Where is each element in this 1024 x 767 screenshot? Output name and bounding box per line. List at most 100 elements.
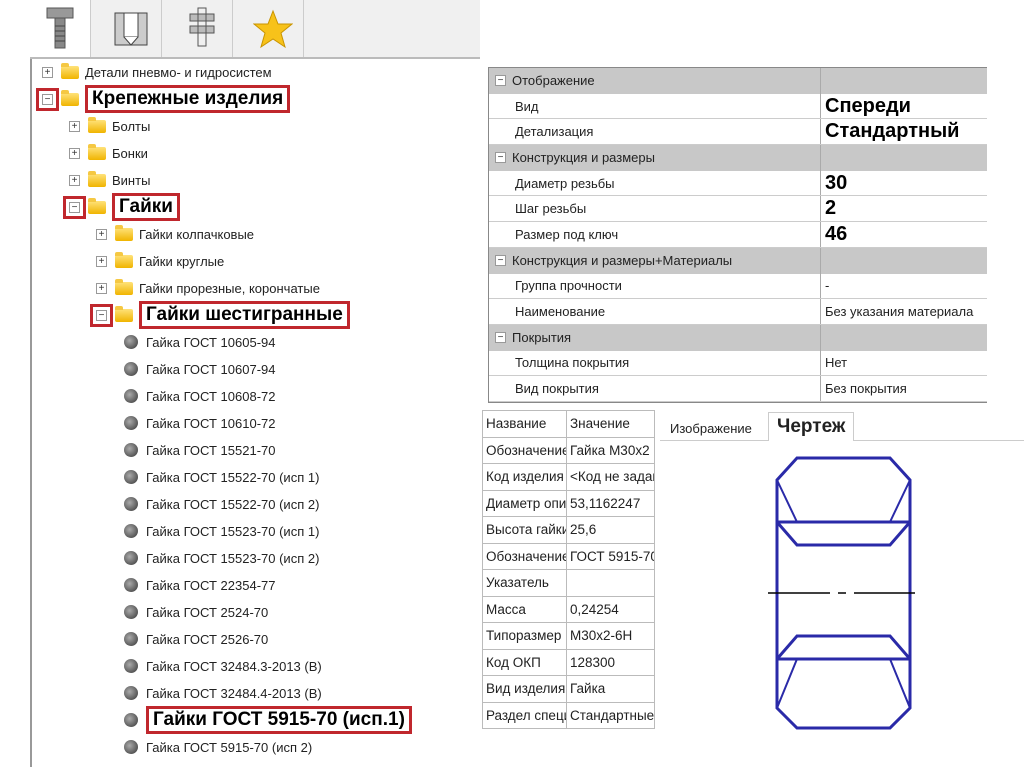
property-row[interactable]: Размер под ключ 46 (489, 222, 987, 248)
property-value[interactable]: Стандартный (821, 119, 987, 144)
property-row[interactable]: Группа прочности - (489, 273, 987, 300)
property-group[interactable]: − Конструкция и размеры+Материалы (489, 247, 987, 274)
tree-item[interactable]: − Гайки (63, 193, 180, 221)
tree-item[interactable]: + Болты (69, 113, 150, 139)
tree-item[interactable]: Гайка ГОСТ 22354-77 (124, 572, 276, 598)
assembly-icon (189, 7, 215, 47)
tree-item[interactable]: + Винты (69, 167, 150, 193)
tab-favorites[interactable] (243, 0, 304, 57)
property-row[interactable]: Детализация Стандартный (489, 119, 987, 146)
table-row[interactable]: Обозначение ГОСТ 5915-70 (482, 542, 655, 570)
tree-item[interactable]: Гайка ГОСТ 15522-70 (исп 2) (124, 491, 319, 517)
table-row[interactable]: Высота гайки 25,6 (482, 516, 655, 544)
tab-assemblies[interactable] (172, 0, 233, 57)
tree-item[interactable]: + Детали пневмо- и гидросистем (42, 59, 272, 85)
collapse-icon[interactable]: − (63, 195, 86, 219)
property-group[interactable]: − Конструкция и размеры (489, 145, 987, 171)
tree-item[interactable]: − Гайки шестигранные (90, 301, 350, 329)
tree-item[interactable]: Гайка ГОСТ 32484.4-2013 (В) (124, 680, 322, 706)
expand-icon[interactable]: + (69, 174, 80, 186)
tree-item[interactable]: Гайка ГОСТ 2526-70 (124, 626, 268, 652)
collapse-icon[interactable]: − (90, 303, 113, 327)
tree-item[interactable]: Гайка ГОСТ 32484.3-2013 (В) (124, 653, 322, 679)
tree-item[interactable]: Гайка ГОСТ 15521-70 (124, 437, 276, 463)
property-row[interactable]: Шаг резьбы 2 (489, 196, 987, 223)
star-icon (253, 9, 293, 48)
tree-item[interactable]: Гайка ГОСТ 10607-94 (124, 356, 276, 382)
property-row[interactable]: Наименование Без указания материала (489, 299, 987, 325)
tree-item[interactable]: Гайки ГОСТ 5915-70 (исп.1) (124, 706, 412, 734)
tree-item[interactable]: Гайка ГОСТ 10610-72 (124, 410, 276, 436)
nut-icon (124, 497, 138, 511)
collapse-icon[interactable]: − (495, 75, 506, 87)
attribute-value: Гайка М30x2 (566, 436, 655, 464)
expand-icon[interactable]: + (69, 120, 80, 132)
property-name-cell: Группа прочности (489, 273, 821, 299)
tab-drawing[interactable]: Чертеж (768, 412, 855, 441)
tree-item[interactable]: + Гайки колпачковые (96, 221, 254, 247)
tree-item[interactable]: Гайка ГОСТ 10608-72 (124, 383, 276, 409)
tree-item-label: Гайка ГОСТ 15521-70 (146, 442, 276, 458)
table-row[interactable]: Диаметр описанной53,1162247 (482, 489, 655, 517)
tab-holes[interactable] (101, 0, 162, 57)
attribute-value: Гайка (566, 675, 655, 703)
expand-icon[interactable]: + (96, 282, 107, 294)
expand-icon[interactable]: + (96, 228, 107, 240)
tab-fasteners[interactable] (30, 0, 91, 57)
tree-item[interactable]: − Крепежные изделия (36, 85, 291, 113)
nut-icon (124, 416, 138, 430)
property-value[interactable]: - (821, 274, 987, 299)
table-row[interactable]: Вид изделия Гайка (482, 675, 655, 703)
table-row[interactable]: Раздел спецификацииСтандартные изделия (482, 701, 655, 729)
table-row[interactable]: Указатель (482, 569, 655, 597)
tree-item[interactable]: + Гайки прорезные, корончатые (96, 275, 320, 301)
folder-icon (61, 62, 79, 79)
tree-item[interactable]: + Бонки (69, 140, 148, 166)
bolt-icon (46, 7, 74, 49)
table-row[interactable]: Код ОКП 128300 (482, 648, 655, 676)
property-value (821, 325, 987, 351)
collapse-icon[interactable]: − (495, 255, 506, 267)
table-row[interactable]: Код изделия<Код не задан> (482, 463, 655, 491)
table-row[interactable]: Типоразмер М30x2-6H (482, 622, 655, 650)
property-value[interactable]: Без указания материала (821, 299, 987, 324)
property-row[interactable]: Вид покрытия Без покрытия (489, 376, 987, 402)
property-name: Наименование (515, 304, 606, 320)
collapse-icon[interactable]: − (495, 152, 506, 164)
tree-item[interactable]: Гайка ГОСТ 10605-94 (124, 329, 276, 355)
expand-icon[interactable]: + (96, 255, 107, 267)
tree-item-label: Гайка ГОСТ 22354-77 (146, 577, 276, 593)
property-group[interactable]: − Отображение (489, 68, 987, 94)
property-value[interactable]: 2 (821, 196, 987, 221)
expand-icon[interactable]: + (42, 66, 53, 78)
property-value[interactable]: 30 (821, 171, 987, 196)
tree-item-label: Бонки (112, 145, 148, 161)
property-value[interactable]: Без покрытия (821, 376, 987, 401)
folder-icon (88, 143, 106, 160)
tree-item[interactable]: Гайка ГОСТ 2524-70 (124, 599, 268, 625)
property-value[interactable]: 46 (821, 222, 987, 247)
property-row[interactable]: Толщина покрытия Нет (489, 350, 987, 377)
attribute-name: Код изделия (482, 463, 567, 491)
collapse-icon[interactable]: − (495, 332, 506, 344)
tree-item[interactable]: Гайка ГОСТ 15522-70 (исп 1) (124, 464, 319, 490)
attribute-name: Обозначение (482, 542, 567, 570)
property-row[interactable]: Вид Спереди (489, 93, 987, 120)
expand-icon[interactable]: + (69, 147, 80, 159)
property-name: Группа прочности (515, 278, 622, 294)
collapse-icon[interactable]: − (36, 87, 59, 111)
tree-item[interactable]: Гайка ГОСТ 5915-70 (исп 2) (124, 734, 312, 760)
tree-item[interactable]: Гайка ГОСТ 15523-70 (исп 2) (124, 545, 319, 571)
property-value[interactable]: Нет (821, 351, 987, 376)
column-header[interactable]: Название (482, 410, 567, 438)
tree-item[interactable]: + Гайки круглые (96, 248, 224, 274)
table-row[interactable]: Масса 0,24254 (482, 595, 655, 623)
tree-item[interactable]: Гайка ГОСТ 15523-70 (исп 1) (124, 518, 319, 544)
tab-image[interactable]: Изображение (662, 418, 760, 439)
property-row[interactable]: Диаметр резьбы 30 (489, 170, 987, 197)
attribute-name: Высота гайки (482, 516, 567, 544)
column-header[interactable]: Значение (566, 410, 655, 438)
table-row[interactable]: Обозначение Гайка М30x2 (482, 436, 655, 464)
property-value[interactable]: Спереди (821, 94, 987, 119)
property-group[interactable]: − Покрытия (489, 324, 987, 351)
